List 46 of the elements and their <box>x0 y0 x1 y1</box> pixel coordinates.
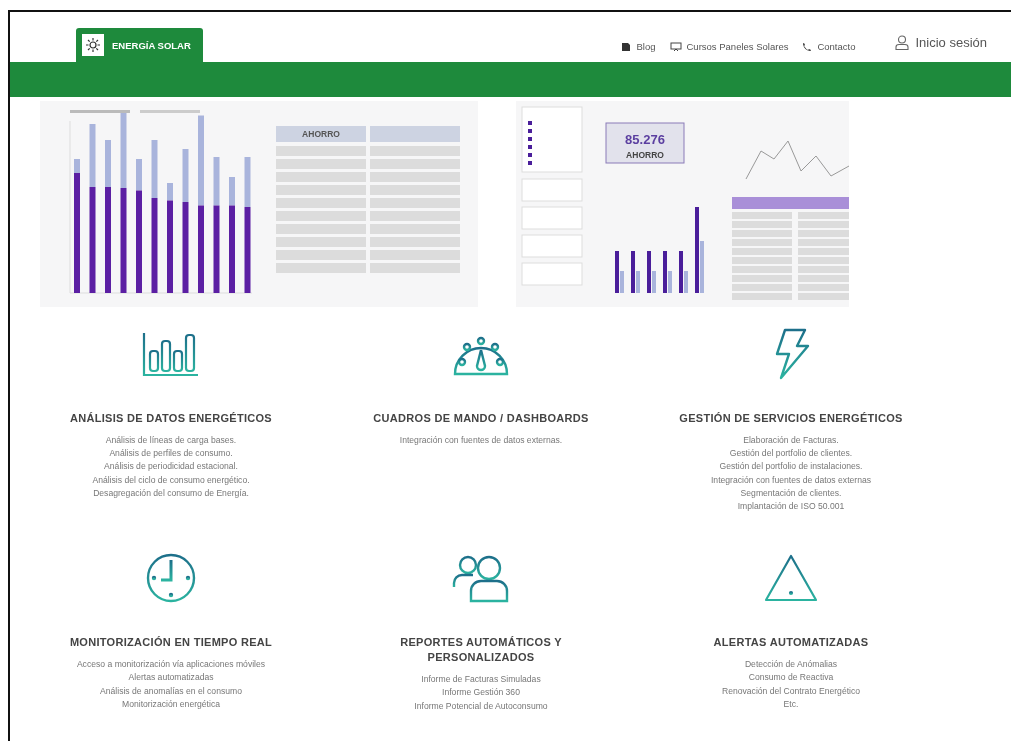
book-icon <box>621 41 632 52</box>
feature-text: Alertas automatizadas <box>128 671 214 685</box>
feature-title: GESTIÓN DE SERVICIOS ENERGÉTICOS <box>679 411 903 426</box>
feature-text: Consumo de Reactiva <box>748 671 834 685</box>
feature-text: Renovación del Contrato Energético <box>721 684 861 698</box>
feature-text: Análisis de anomalías en el consumo <box>100 684 242 698</box>
presentation-icon <box>669 41 682 52</box>
logo-text: ENERGÍA SOLAR <box>112 39 191 51</box>
feature-text: Detección de Anómalias <box>744 658 838 672</box>
feature-text: Análisis de periodicidad estacional. <box>104 460 238 474</box>
feature-text: Análisis de perfiles de consumo. <box>109 447 233 461</box>
feature-text: Informe Potencial de Autoconsumo <box>414 699 548 713</box>
feature-text: Informe Gestión 360 <box>442 686 520 700</box>
feature-text: Gestión del portfolio de clientes. <box>729 447 853 461</box>
feature-text: Acceso a monitorización vía aplicaciones móviles <box>76 658 266 672</box>
feature-text: Elaboración de Facturas. <box>743 434 839 447</box>
nav-link[interactable]: Contacto <box>802 41 856 52</box>
feature-title: REPORTES AUTOMÁTICOS Y PERSONALIZADOS <box>399 635 563 666</box>
feature-title: ALERTAS AUTOMATIZADAS <box>713 635 869 651</box>
nav-link[interactable]: Cursos Paneles Solares <box>669 41 789 52</box>
user-icon <box>895 35 910 50</box>
feature-text: Informe de Facturas Simuladas <box>421 673 541 687</box>
kpi-label: AHORRO <box>626 150 664 160</box>
feature-text: Implantación de ISO 50.001 <box>737 500 845 513</box>
users-icon <box>451 553 511 604</box>
feature-title: MONITORIZACIÓN EN TIEMPO REAL <box>69 635 273 651</box>
login-link[interactable]: Inicio sesión <box>915 35 987 50</box>
feature-text: Gestión del portfolio de instalaciones. <box>719 460 863 474</box>
phone-icon <box>802 41 813 52</box>
feature-text: Análisis del ciclo de consumo energético. <box>92 473 250 487</box>
sun-icon <box>86 38 100 52</box>
feature-text: Integración con fuentes de datos externas. <box>399 434 563 447</box>
feature-title: CUADROS DE MANDO / DASHBOARDS <box>373 411 589 426</box>
table-header: AHORRO <box>302 129 340 139</box>
nav-link[interactable]: Blog <box>621 41 656 52</box>
feature-text: Integración con fuentes de datos externas <box>710 473 871 487</box>
warning-icon <box>763 553 819 604</box>
feature-text: Desagregación del consumo de Energía. <box>93 486 249 500</box>
logo[interactable]: ENERGÍA SOLAR <box>76 28 203 62</box>
kpi-value: 85.276 <box>625 132 665 147</box>
feature-text: Segmentación de clientes. <box>740 486 842 500</box>
feature-text: Análisis de líneas de carga bases. <box>105 434 237 447</box>
feature-text: Etc. <box>783 697 799 711</box>
clock-icon <box>145 552 197 605</box>
feature-title: ANÁLISIS DE DATOS ENERGÉTICOS <box>69 411 272 426</box>
feature-text: Monitorización energética <box>122 697 220 711</box>
